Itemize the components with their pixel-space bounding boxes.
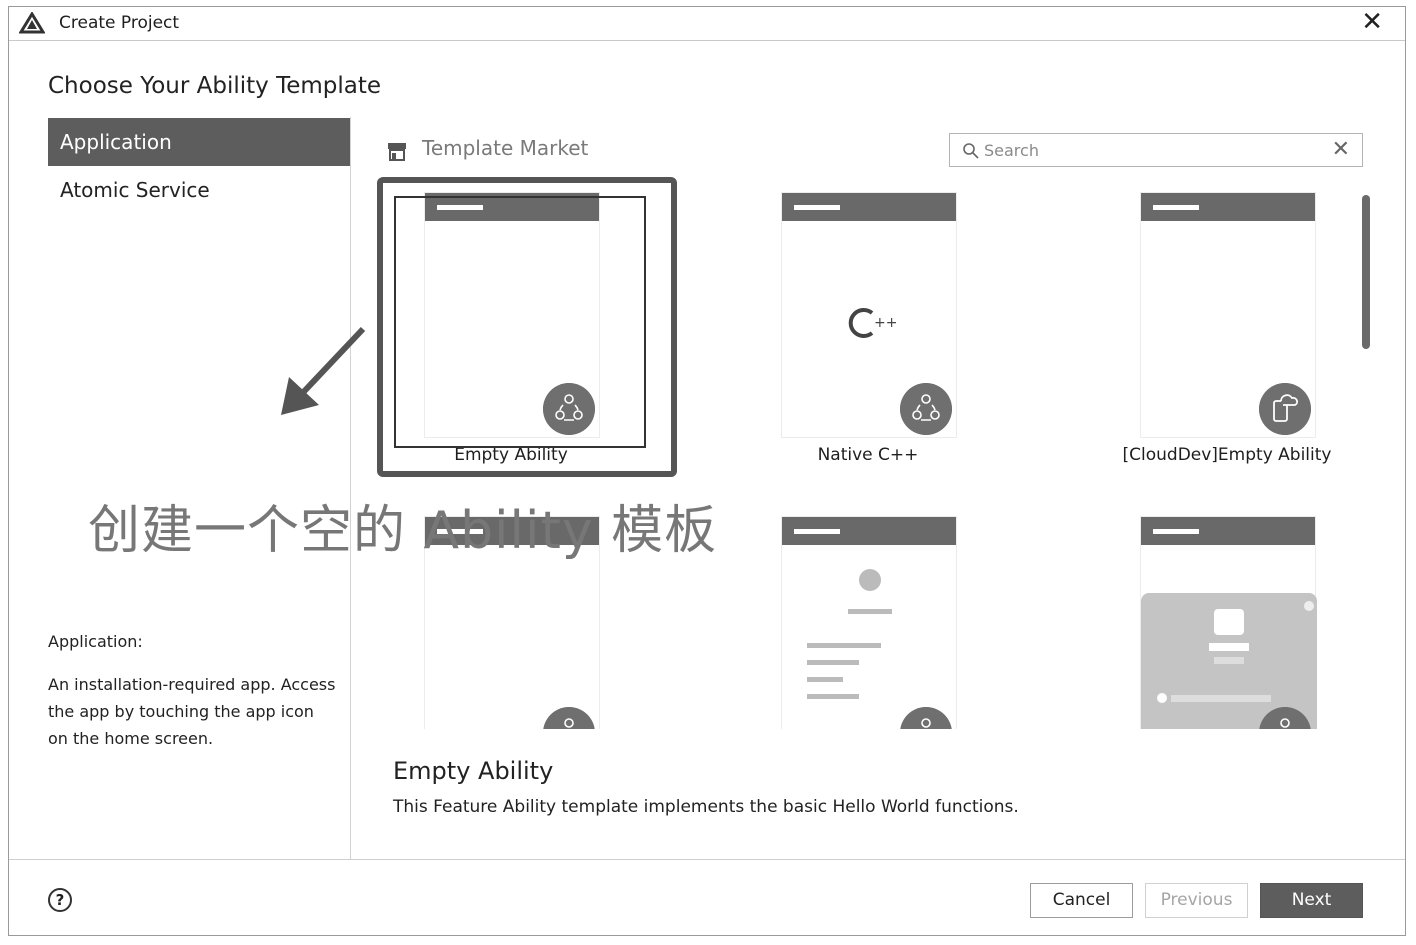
search-icon	[963, 143, 979, 159]
cpp-logo-icon: ++	[848, 308, 897, 338]
template-preview	[1140, 192, 1316, 438]
selected-template-title: Empty Ability	[393, 757, 554, 785]
category-description-title: Application:	[48, 632, 143, 651]
annotation-text: 创建一个空的 Ability 模板	[88, 501, 718, 561]
preview-header-bar	[425, 193, 599, 221]
ability-nodes-icon	[543, 707, 595, 729]
template-grid: Empty Ability ++ Native C++ [CloudDev]Em…	[351, 179, 1361, 729]
placeholder-line	[807, 677, 843, 682]
placeholder-line	[807, 694, 859, 699]
template-preview	[424, 192, 600, 438]
ability-nodes-icon	[900, 707, 952, 729]
placeholder-line	[848, 609, 892, 614]
template-preview	[781, 516, 957, 729]
category-description-body: An installation-required app. Access the…	[48, 675, 336, 748]
placeholder-line	[807, 643, 881, 648]
preview-header-bar	[782, 517, 956, 545]
avatar	[859, 569, 881, 591]
ability-nodes-icon	[543, 383, 595, 435]
template-preview	[1140, 516, 1317, 729]
page-title: Choose Your Ability Template	[48, 73, 382, 99]
create-project-dialog: Create Project ✕ Choose Your Ability Tem…	[8, 6, 1406, 936]
preview-header-bar	[1141, 193, 1315, 221]
template-card-6[interactable]	[1067, 503, 1361, 729]
annotation-arrow-icon	[281, 326, 366, 415]
template-card-clouddev-empty-ability[interactable]: [CloudDev]Empty Ability	[1067, 179, 1361, 469]
sidebar-item-atomic-service[interactable]: Atomic Service	[48, 166, 350, 214]
template-grid-scrollbar[interactable]	[1362, 195, 1370, 349]
svg-text:++: ++	[874, 315, 897, 331]
window-title: Create Project	[59, 13, 180, 33]
template-label: Native C++	[817, 445, 919, 465]
template-label: [CloudDev]Empty Ability	[1122, 445, 1332, 465]
close-icon[interactable]: ✕	[1361, 7, 1383, 37]
selected-template-description: This Feature Ability template implements…	[393, 797, 1019, 817]
template-market-label: Template Market	[422, 136, 589, 160]
store-icon	[388, 143, 406, 161]
preview-header-bar	[1141, 517, 1315, 545]
template-card-native-cpp[interactable]: ++ Native C++	[708, 179, 1008, 469]
help-icon[interactable]: ?	[48, 888, 72, 912]
search-box: ✕	[949, 133, 1363, 167]
search-clear-icon[interactable]: ✕	[1332, 134, 1350, 166]
template-card-empty-ability[interactable]: Empty Ability	[351, 179, 651, 469]
placeholder-line	[807, 660, 859, 665]
cancel-button[interactable]: Cancel	[1030, 883, 1133, 918]
previous-button[interactable]: Previous	[1145, 883, 1248, 918]
template-label: Empty Ability	[454, 445, 568, 465]
ability-nodes-icon	[900, 383, 952, 435]
footer-divider	[9, 859, 1405, 860]
sidebar-item-application[interactable]: Application	[48, 118, 350, 166]
triangle-logo-icon	[19, 12, 45, 34]
template-card-5[interactable]	[708, 503, 1008, 729]
search-input[interactable]	[984, 138, 1324, 162]
cloud-phone-icon	[1259, 383, 1311, 435]
template-preview: ++	[781, 192, 957, 438]
preview-header-bar	[782, 193, 956, 221]
title-bar: Create Project ✕	[9, 7, 1405, 41]
next-button[interactable]: Next	[1260, 883, 1363, 918]
